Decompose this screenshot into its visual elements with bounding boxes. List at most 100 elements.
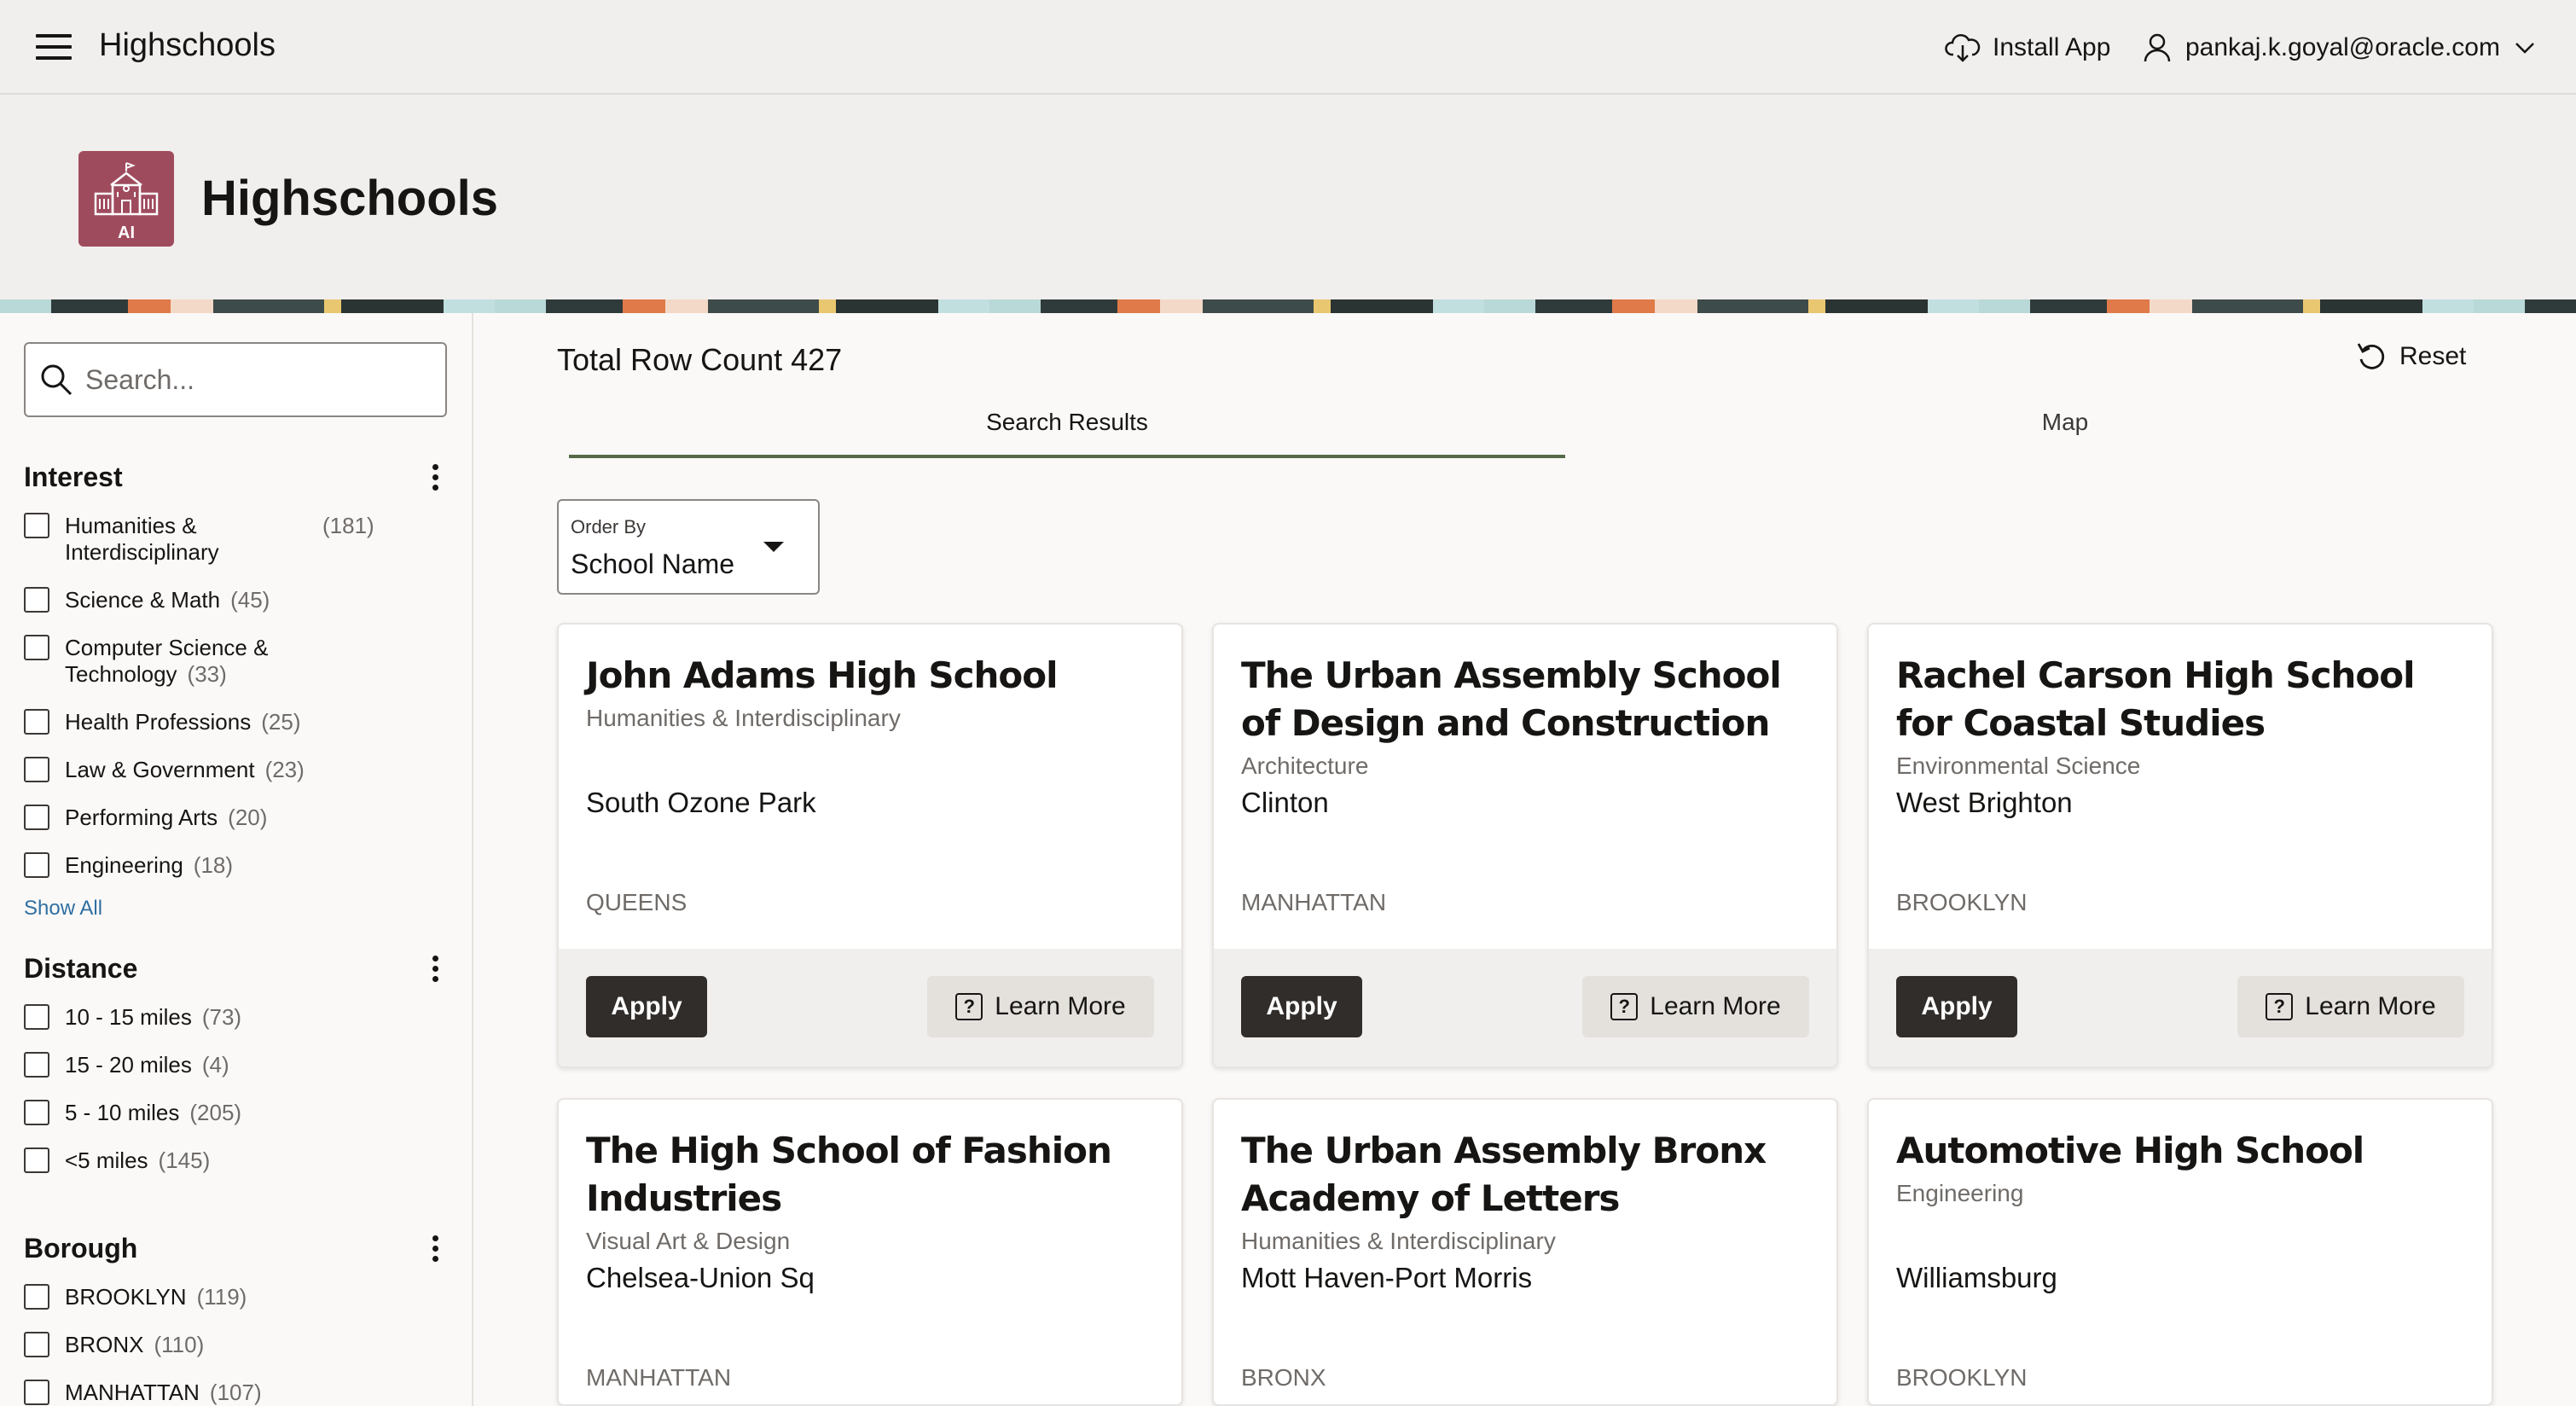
facet-option[interactable]: 10 - 15 miles (73): [24, 1004, 450, 1031]
facet-interest: Interest Humanities & Interdisciplinary (…: [24, 460, 450, 921]
facet-option[interactable]: Engineering (18): [24, 852, 450, 879]
facet-option-count: (119): [196, 1284, 247, 1310]
checkbox[interactable]: [24, 1380, 49, 1405]
filter-sidebar: Interest Humanities & Interdisciplinary (…: [0, 313, 473, 1406]
school-neighborhood: West Brighton: [1896, 787, 2073, 818]
checkbox[interactable]: [24, 1100, 49, 1125]
school-name[interactable]: Rachel Carson High School for Coastal St…: [1896, 652, 2464, 747]
school-name[interactable]: John Adams High School: [586, 652, 1154, 700]
facet-option-count: (145): [158, 1147, 211, 1173]
school-name[interactable]: Automotive High School: [1896, 1127, 2464, 1175]
facet-option-label: BROOKLYN: [65, 1284, 187, 1310]
checkbox[interactable]: [24, 1332, 49, 1357]
facet-option-count: (20): [228, 805, 268, 830]
card-footer: Apply ? Learn More: [559, 949, 1181, 1066]
show-all-link[interactable]: Show All: [24, 897, 450, 921]
checkbox[interactable]: [24, 1004, 49, 1030]
facet-option[interactable]: Law & Government (23): [24, 757, 450, 783]
school-card: Rachel Carson High School for Coastal St…: [1867, 623, 2493, 1068]
facet-option[interactable]: 15 - 20 miles (4): [24, 1052, 450, 1078]
decorative-stripe: [0, 299, 2576, 313]
facet-option[interactable]: Humanities & Interdisciplinary (181): [24, 513, 450, 566]
checkbox[interactable]: [24, 1147, 49, 1173]
facet-distance: Distance 10 - 15 miles (73) 15 - 20 miles…: [24, 951, 450, 1195]
install-app-button[interactable]: Install App: [1945, 29, 2110, 67]
checkbox[interactable]: [24, 513, 49, 538]
facet-title: Distance: [24, 952, 138, 984]
facet-option[interactable]: MANHATTAN (107): [24, 1380, 450, 1406]
school-neighborhood: Chelsea-Union Sq: [586, 1262, 815, 1293]
facet-borough: Borough BROOKLYN (119) BRONX (110) MANHATT…: [24, 1231, 450, 1406]
school-borough: BRONX: [1241, 1364, 1326, 1391]
learn-more-button[interactable]: ? Learn More: [927, 976, 1154, 1037]
user-icon: [2144, 33, 2171, 62]
user-menu[interactable]: pankaj.k.goyal@oracle.com: [2143, 29, 2536, 67]
facet-option-label: Science & Math: [65, 587, 221, 613]
facet-option-label: Health Professions: [65, 709, 252, 735]
card-footer: Apply ? Learn More: [1869, 949, 2492, 1066]
facet-option[interactable]: Science & Math (45): [24, 587, 450, 613]
menu-icon[interactable]: [36, 34, 72, 60]
more-options-icon[interactable]: [420, 1231, 450, 1265]
app-name[interactable]: Highschools: [99, 27, 276, 64]
school-name[interactable]: The High School of Fashion Industries: [586, 1127, 1154, 1223]
apply-button[interactable]: Apply: [1896, 976, 2017, 1037]
facet-option-count: (23): [264, 757, 305, 782]
facet-title: Interest: [24, 461, 123, 492]
checkbox[interactable]: [24, 587, 49, 613]
chevron-down-icon: [2515, 43, 2534, 54]
school-borough: QUEENS: [586, 889, 688, 915]
school-name[interactable]: The Urban Assembly Bronx Academy of Lett…: [1241, 1127, 1809, 1223]
facet-option-count: (205): [189, 1100, 242, 1125]
school-borough: MANHATTAN: [586, 1364, 732, 1391]
school-interest: Environmental Science: [1896, 752, 2141, 779]
learn-more-label: Learn More: [2305, 992, 2436, 1020]
school-name[interactable]: The Urban Assembly School of Design and …: [1241, 652, 1809, 747]
tab-search-results[interactable]: Search Results: [569, 409, 1565, 458]
more-options-icon[interactable]: [420, 460, 450, 494]
more-options-icon[interactable]: [420, 951, 450, 985]
page-title: Highschools: [201, 171, 499, 226]
checkbox[interactable]: [24, 757, 49, 782]
checkbox[interactable]: [24, 709, 49, 735]
checkbox[interactable]: [24, 1284, 49, 1310]
row-count: Total Row Count 427: [557, 342, 843, 377]
apply-button[interactable]: Apply: [1241, 976, 1362, 1037]
facet-option-label: Engineering: [65, 852, 183, 878]
learn-more-button[interactable]: ? Learn More: [1582, 976, 1809, 1037]
checkbox[interactable]: [24, 635, 49, 660]
order-by-select[interactable]: Order By School Name: [557, 499, 820, 595]
facet-option[interactable]: 5 - 10 miles (205): [24, 1100, 450, 1126]
caret-down-icon: [763, 542, 784, 552]
facet-option[interactable]: Performing Arts (20): [24, 805, 450, 831]
search-field[interactable]: [24, 342, 447, 417]
search-input[interactable]: [85, 363, 426, 396]
reset-icon: [2357, 343, 2385, 369]
facet-option[interactable]: Computer Science & Technology (33): [24, 635, 450, 688]
facet-option-count: (4): [201, 1052, 229, 1078]
facet-option[interactable]: <5 miles (145): [24, 1147, 450, 1174]
install-app-label: Install App: [1993, 33, 2111, 61]
facet-option-count: (33): [187, 661, 227, 687]
checkbox[interactable]: [24, 805, 49, 830]
checkbox[interactable]: [24, 1052, 49, 1078]
facet-option-count: (110): [154, 1332, 205, 1357]
school-neighborhood: Williamsburg: [1896, 1262, 2057, 1293]
facet-option[interactable]: BRONX (110): [24, 1332, 450, 1358]
checkbox[interactable]: [24, 852, 49, 878]
help-icon: ?: [2266, 993, 2294, 1020]
facet-option[interactable]: Health Professions (25): [24, 709, 450, 735]
tab-map[interactable]: Map: [1567, 409, 2563, 448]
facet-option-count: (25): [261, 709, 301, 735]
facet-option-label: Law & Government: [65, 757, 255, 782]
facet-option-label: Humanities & Interdisciplinary: [65, 513, 219, 565]
facet-option[interactable]: BROOKLYN (119): [24, 1284, 450, 1310]
page-hero: AI Highschools: [0, 95, 2576, 299]
school-card: The High School of Fashion Industries Vi…: [557, 1098, 1183, 1406]
facet-option-count: (181): [322, 513, 374, 538]
facet-option-label: 15 - 20 miles: [65, 1052, 192, 1078]
school-neighborhood: Clinton: [1241, 787, 1329, 818]
apply-button[interactable]: Apply: [586, 976, 707, 1037]
reset-button[interactable]: Reset: [2355, 340, 2466, 373]
learn-more-button[interactable]: ? Learn More: [2237, 976, 2464, 1037]
